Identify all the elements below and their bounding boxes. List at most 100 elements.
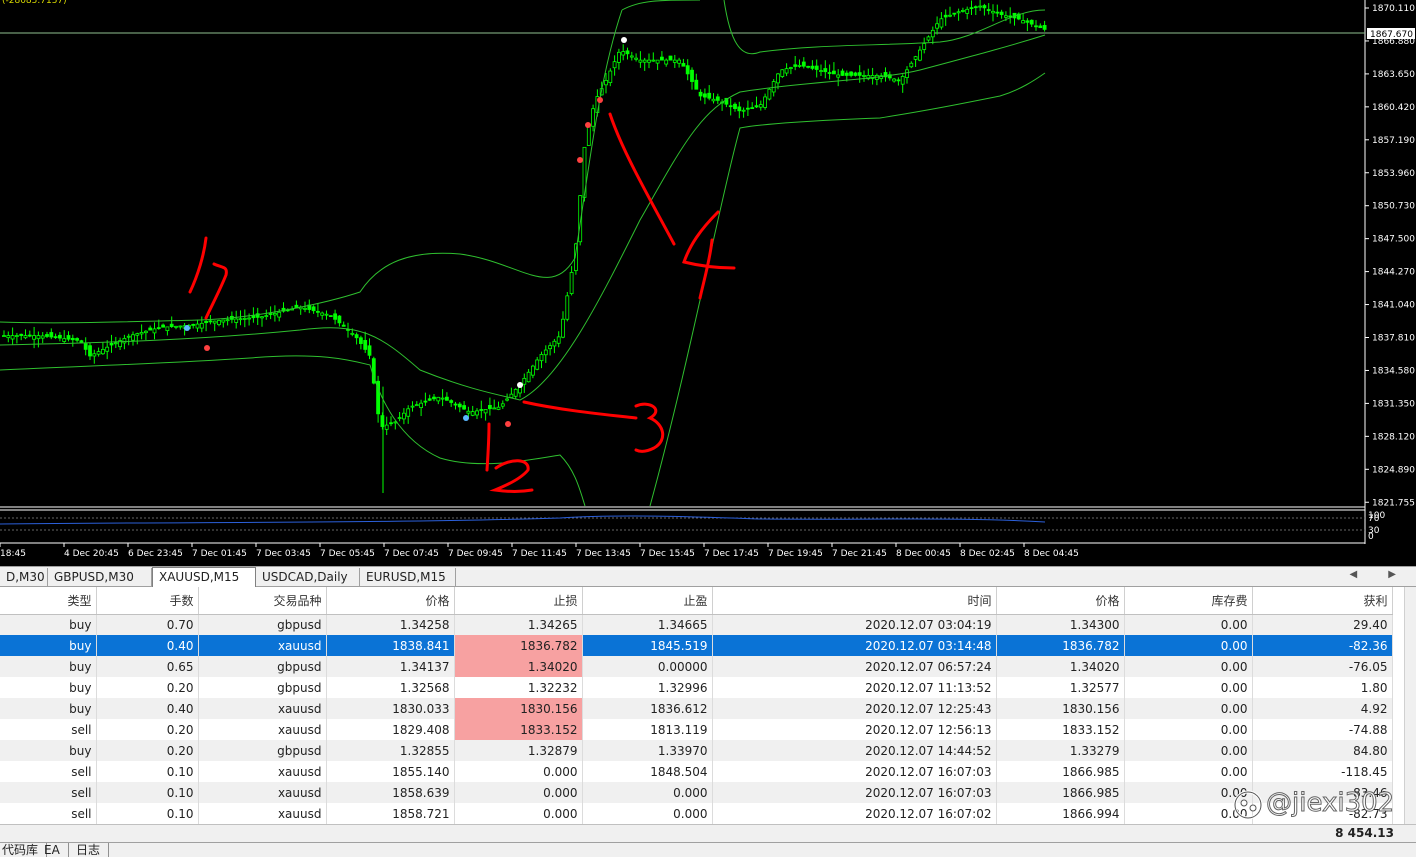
candle-bear	[1008, 15, 1013, 18]
candle-bull	[126, 335, 131, 338]
price-tick-label: 1863.650	[1372, 70, 1415, 80]
tab-scroll-arrows[interactable]: ◀ ▶	[1349, 569, 1410, 580]
time-tick-label: 4 Dec 20:45	[64, 549, 119, 559]
price-tick-label: 1847.500	[1372, 235, 1415, 245]
bottom-tab[interactable]: 日志	[68, 843, 110, 857]
column-header[interactable]: 价格	[996, 587, 1125, 615]
table-row[interactable]: buy 0.65 gbpusd 1.34137 1.34020 0.00000 2020.1…	[0, 656, 1393, 677]
candle-bull	[242, 317, 247, 320]
cell-lots: 0.40	[96, 635, 199, 656]
candle-bull	[647, 59, 651, 63]
chart-canvas[interactable]: 1870.1101866.8801863.6501860.4201857.190…	[0, 0, 1416, 566]
time-tick-label: 7 Dec 05:45	[320, 549, 375, 559]
candle-bull	[324, 313, 329, 316]
cell-lots: 0.10	[96, 803, 199, 824]
column-header[interactable]: 获利	[1252, 587, 1393, 615]
time-tick-label: 7 Dec 11:45	[512, 549, 567, 559]
table-row[interactable]: buy 0.20 gbpusd 1.32855 1.32879 1.33970 2020.1…	[0, 740, 1393, 761]
cell-type: buy	[0, 740, 97, 761]
candle-bear	[750, 107, 755, 109]
column-header[interactable]: 手数	[96, 587, 199, 615]
cell-price: 1858.721	[326, 803, 455, 824]
candle-bear	[453, 403, 458, 406]
price-tick-label: 1834.580	[1372, 366, 1415, 376]
cell-profit: 4.92	[1252, 698, 1393, 719]
candle-bear	[694, 79, 699, 90]
table-row[interactable]: sell 0.10 xauusd 1855.140 0.000 1848.504 2020.…	[0, 761, 1393, 782]
cell-sl: 0.000	[454, 803, 583, 824]
table-row[interactable]: buy 0.70 gbpusd 1.34258 1.34265 1.34665 2020.1…	[0, 614, 1393, 635]
candle-bull	[96, 351, 101, 355]
candle-bull	[414, 404, 419, 407]
cell-profit: -76.05	[1252, 656, 1393, 677]
candle-bull	[556, 336, 561, 344]
candle-bear	[457, 403, 462, 408]
cell-tp: 0.000	[582, 803, 713, 824]
cell-sl: 1830.156	[454, 698, 583, 719]
column-header[interactable]: 止盈	[582, 587, 713, 615]
candle-bull	[711, 98, 716, 102]
candle-bull	[926, 36, 931, 41]
candle-bear	[311, 306, 316, 312]
bottom-tab[interactable]: EA	[36, 843, 69, 857]
column-header[interactable]: 时间	[712, 587, 997, 615]
table-row[interactable]: buy 0.40 xauusd 1838.841 1836.782 1845.519 202…	[0, 635, 1393, 656]
cell-lots: 0.70	[96, 614, 199, 635]
candle-bear	[952, 12, 957, 15]
candle-bear	[109, 342, 114, 346]
candle-bull	[905, 69, 909, 78]
table-row[interactable]: buy 0.20 gbpusd 1.32568 1.32232 1.32996 2020.1…	[0, 677, 1393, 698]
cell-type: sell	[0, 803, 97, 824]
chart-tab[interactable]: EURUSD,M15	[360, 568, 456, 587]
chart-tab[interactable]: D,M30	[0, 568, 48, 587]
column-header[interactable]: 止损	[454, 587, 583, 615]
column-header[interactable]: 类型	[0, 587, 97, 615]
table-row[interactable]: sell 0.10 xauusd 1858.721 0.000 0.000 2020.12.…	[0, 803, 1393, 824]
table-header-row: 类型 手数 交易品种 价格 止损 止盈 时间 价格 库存费 获利	[0, 587, 1393, 615]
candle-bull	[139, 332, 144, 335]
cell-cur-price: 1830.156	[996, 698, 1125, 719]
candle-bear	[1029, 19, 1034, 25]
candle-bull	[604, 79, 608, 86]
column-header[interactable]: 库存费	[1124, 587, 1253, 615]
cell-sl: 0.000	[454, 761, 583, 782]
cell-tp: 1845.519	[582, 635, 713, 656]
candle-bear	[849, 71, 853, 76]
price-chart[interactable]: 1870.110 1866.880 1863.650 1860.420 1857.190…	[0, 0, 1416, 566]
cell-symbol: gbpusd	[198, 677, 327, 698]
table-row[interactable]: sell 0.10 xauusd 1858.639 0.000 0.000 2020.12.…	[0, 782, 1393, 803]
candle-bull	[122, 338, 127, 344]
candle-bear	[853, 72, 858, 76]
column-header[interactable]: 价格	[326, 587, 455, 615]
candle-bull	[492, 407, 497, 410]
chart-tab[interactable]: XAUUSD,M15	[152, 567, 256, 588]
column-header[interactable]: 交易品种	[198, 587, 327, 615]
candle-bull	[892, 78, 896, 82]
candle-bull	[505, 398, 510, 401]
cell-time: 2020.12.07 11:13:52	[712, 677, 997, 698]
candle-bear	[844, 72, 849, 76]
cell-type: buy	[0, 656, 97, 677]
candle-bear	[982, 5, 987, 9]
cell-time: 2020.12.07 03:04:19	[712, 614, 997, 635]
candle-bull	[397, 417, 402, 419]
price-tick-label: 1853.960	[1372, 169, 1415, 179]
cell-cur-price: 1.34300	[996, 614, 1125, 635]
cell-type: sell	[0, 782, 97, 803]
cell-swap: 0.00	[1124, 677, 1253, 698]
time-tick-label: 6 Dec 23:45	[128, 549, 183, 559]
cell-time: 2020.12.07 12:56:13	[712, 719, 997, 740]
chart-tab[interactable]: USDCAD,Daily	[256, 568, 360, 587]
candle-bull	[535, 359, 540, 370]
candle-bear	[49, 332, 54, 338]
candle-bull	[1021, 20, 1025, 24]
table-row[interactable]: buy 0.40 xauusd 1830.033 1830.156 1836.612 202…	[0, 698, 1393, 719]
cell-type: buy	[0, 635, 97, 656]
time-tick-label: 8 Dec 00:45	[896, 549, 951, 559]
table-row[interactable]: sell 0.20 xauusd 1829.408 1833.152 1813.119 20…	[0, 719, 1393, 740]
candle-bull	[758, 104, 763, 108]
candle-bear	[432, 396, 436, 400]
cell-sl: 0.000	[454, 782, 583, 803]
chart-tab[interactable]: GBPUSD,M30	[48, 568, 152, 587]
candle-bull	[475, 410, 479, 416]
